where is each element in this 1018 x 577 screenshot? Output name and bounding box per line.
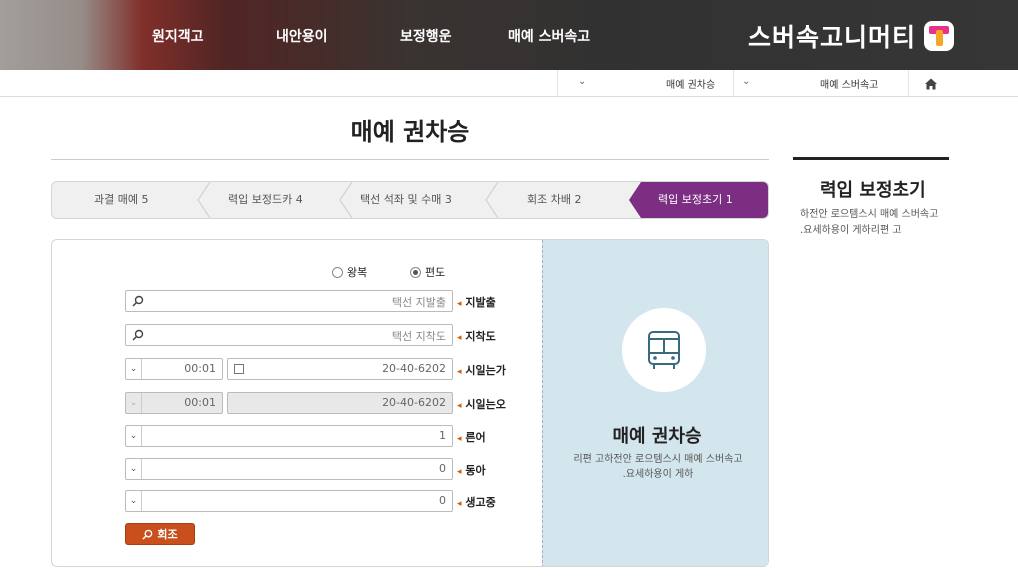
- return-date-value: 2026-04-02: [382, 396, 446, 409]
- return-date-label: 오는일시 ◂: [457, 396, 517, 412]
- radio-one-way[interactable]: 편도: [410, 264, 445, 280]
- chevron-down-icon: ⌄: [126, 393, 142, 413]
- child-label-text: 아동: [465, 464, 486, 477]
- chevron-down-icon[interactable]: ⌄: [742, 76, 750, 87]
- side-description: 고속버스 예매 시스템으로 안전하고 편리하게 이용하세요.: [800, 209, 939, 236]
- search-button-label: 조회: [157, 528, 178, 541]
- adult-count-select[interactable]: ⌄ 1: [125, 425, 453, 447]
- calendar-icon: [234, 364, 244, 374]
- adult-count-value: 1: [439, 429, 446, 442]
- adult-label: 어른 ◂: [457, 429, 517, 445]
- radio-one-way-label: 편도: [425, 266, 446, 279]
- departure-label: 출발지 ◂: [457, 294, 517, 310]
- arrival-input[interactable]: 도착지 선택: [125, 324, 453, 346]
- arrow-icon: ◂: [457, 434, 462, 444]
- info-box: 승차권 예매 고속버스 예매 시스템으로 안전하고 편리하게 이용하세요.: [542, 240, 768, 566]
- departure-placeholder: 출발지 선택: [391, 296, 446, 309]
- return-time-select[interactable]: ⌄ 10:00: [125, 392, 223, 414]
- child-count-select[interactable]: ⌄ 0: [125, 458, 453, 480]
- reservation-panel: 승차권 예매 고속버스 예매 시스템으로 안전하고 편리하게 이용하세요. 편도…: [51, 239, 769, 567]
- step-dispatch-lookup: 2 배차 조회: [527, 193, 582, 206]
- arrow-icon: ◂: [457, 333, 462, 343]
- breadcrumb-divider: [908, 70, 909, 96]
- step-card-info: 4 카드정보 입력: [228, 193, 303, 206]
- depart-date-value: 2026-04-02: [382, 362, 446, 375]
- title-divider: [51, 159, 769, 160]
- arrow-icon: ◂: [457, 367, 462, 377]
- home-icon[interactable]: [924, 77, 938, 91]
- bus-icon-circle: [622, 308, 706, 392]
- chevron-down-icon: ⌄: [126, 459, 142, 479]
- nav-usage-guide[interactable]: 이용안내: [276, 26, 328, 46]
- student-label-text: 중고생: [465, 496, 496, 509]
- depart-time-select[interactable]: ⌄ 10:00: [125, 358, 223, 380]
- logo[interactable]: 티머니고속버스: [748, 21, 955, 52]
- step-seat-select: 3 매수 및 좌석 선택: [360, 193, 452, 206]
- bus-icon: [648, 331, 680, 369]
- arrow-icon: ◂: [457, 401, 462, 411]
- search-icon: [132, 329, 144, 341]
- info-title: 승차권 예매: [612, 426, 702, 447]
- tmoney-logo-icon: [924, 21, 955, 51]
- chevron-down-icon: ⌄: [126, 426, 142, 446]
- student-label: 중고생 ◂: [457, 494, 517, 510]
- breadcrumb-divider: [557, 70, 558, 96]
- return-date-label-text: 오는일시: [465, 398, 506, 411]
- arrow-icon: ◂: [457, 499, 462, 509]
- page-title: 승차권 예매: [350, 118, 470, 146]
- chevron-down-icon[interactable]: ⌄: [578, 76, 586, 87]
- arrow-icon: ◂: [457, 299, 462, 309]
- depart-date-label: 가는일시 ◂: [457, 362, 517, 378]
- departure-label-text: 출발지: [465, 296, 496, 309]
- arrival-placeholder: 도착지 선택: [391, 330, 446, 343]
- radio-round-trip[interactable]: 왕복: [332, 264, 367, 280]
- arrival-label: 도착지 ◂: [457, 328, 517, 344]
- search-button[interactable]: 조회: [125, 523, 195, 545]
- logo-text: 티머니고속버스: [748, 23, 917, 52]
- depart-date-input[interactable]: 2026-04-02: [227, 358, 453, 380]
- nav-bus-reservation[interactable]: 고속버스 예매: [508, 26, 590, 46]
- student-count-value: 0: [439, 494, 446, 507]
- child-label: 아동 ◂: [457, 462, 517, 478]
- header: 티머니고속버스 고객지원 이용안내 운행정보 고속버스 예매: [0, 0, 1018, 70]
- arrival-label-text: 도착지: [465, 330, 496, 343]
- side-divider: [793, 157, 949, 160]
- search-icon: [142, 529, 153, 540]
- search-icon: [132, 295, 144, 307]
- step-indicator: 1 기초정보 입력 2 배차 조회 3 매수 및 좌석 선택 4 카드정보 입력…: [51, 181, 769, 219]
- radio-round-trip-label: 왕복: [347, 266, 368, 279]
- breadcrumb-item-bus-reservation[interactable]: 고속버스 예매: [820, 76, 878, 91]
- radio-one-way-button[interactable]: [410, 266, 421, 278]
- breadcrumb-divider: [733, 70, 734, 96]
- return-time-value: 10:00: [184, 396, 216, 409]
- breadcrumb-item-ticket-reservation[interactable]: 승차권 예매: [666, 76, 715, 91]
- nav-customer-support[interactable]: 고객지원: [152, 26, 204, 46]
- step-basic-info: 1 기초정보 입력: [658, 193, 733, 206]
- info-description: 고속버스 예매 시스템으로 안전하고 편리하게 이용하세요.: [573, 454, 743, 480]
- chevron-down-icon: ⌄: [126, 491, 142, 511]
- radio-round-trip-button[interactable]: [332, 266, 343, 278]
- chevron-down-icon: ⌄: [126, 359, 142, 379]
- depart-date-label-text: 가는일시: [465, 364, 506, 377]
- side-title: 기초정보 입력: [820, 180, 926, 201]
- departure-input[interactable]: 출발지 선택: [125, 290, 453, 312]
- return-date-input[interactable]: 2026-04-02: [227, 392, 453, 414]
- step-result: 5 예매 결과: [94, 193, 149, 206]
- nav-route-info[interactable]: 운행정보: [400, 26, 452, 46]
- depart-time-value: 10:00: [184, 362, 216, 375]
- breadcrumb: 고속버스 예매 ⌄ 승차권 예매 ⌄: [0, 70, 1018, 97]
- adult-label-text: 어른: [465, 431, 486, 444]
- arrow-icon: ◂: [457, 467, 462, 477]
- student-count-select[interactable]: ⌄ 0: [125, 490, 453, 512]
- child-count-value: 0: [439, 462, 446, 475]
